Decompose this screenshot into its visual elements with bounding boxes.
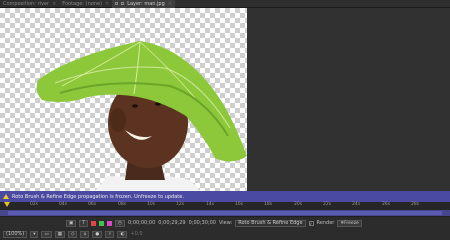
tab-composition[interactable]: Composition: river × xyxy=(0,0,59,8)
work-area-range[interactable] xyxy=(8,211,442,215)
tab-layer[interactable]: Layer: man.jpg × xyxy=(112,0,175,8)
tab-label: Footage: (none) xyxy=(62,0,102,7)
layer-image xyxy=(36,41,247,191)
propagation-status-bar: Roto Brush & Refine Edge propagation is … xyxy=(0,191,450,202)
viewer-toolbar: ▣ T ◷ 0;00;00;00 0;00;29;29 0;00;30;00 V… xyxy=(0,216,450,240)
ruler-tick: 28s xyxy=(411,202,420,207)
region-of-interest-icon[interactable]: ▭ xyxy=(41,230,52,238)
current-time-indicator[interactable] xyxy=(4,202,10,207)
view-label: View: xyxy=(218,220,233,226)
ruler-tick: 08s xyxy=(118,202,127,207)
ruler-tick: 22s xyxy=(323,202,332,207)
warning-icon xyxy=(3,194,9,199)
view-dropdown[interactable]: Roto Brush & Refine Edge xyxy=(235,219,306,227)
tab-footage[interactable]: Footage: (none) × xyxy=(59,0,112,8)
zoom-dropdown[interactable]: (100%) xyxy=(3,230,28,238)
transparency-grid-icon[interactable]: ▦ xyxy=(54,230,65,238)
color-channel-icon[interactable]: ● xyxy=(92,230,103,238)
eye-shape xyxy=(132,104,138,108)
ruler-tick: 16s xyxy=(235,202,244,207)
red-channel-icon[interactable] xyxy=(91,220,97,226)
camera-icon[interactable]: ⌂ xyxy=(80,230,90,238)
end-time[interactable]: 0;00;29;29 xyxy=(158,220,185,226)
ruler-tick: 12s xyxy=(176,202,185,207)
alpha-channel-icon[interactable] xyxy=(107,220,113,226)
tab-label: Layer: man.jpg xyxy=(127,0,165,7)
close-icon[interactable]: × xyxy=(168,1,172,7)
close-icon[interactable]: × xyxy=(52,1,56,7)
toolbar-row-top: ▣ T ◷ 0;00;00;00 0;00;29;29 0;00;30;00 V… xyxy=(0,218,450,228)
render-checkbox[interactable]: ✓ xyxy=(308,220,314,226)
panel-menu-icon[interactable] xyxy=(121,2,125,5)
ruler-tick: 18s xyxy=(264,202,273,207)
ear-shape xyxy=(110,108,126,132)
freeze-button[interactable]: ❄ Freeze xyxy=(337,219,362,227)
render-label: Render xyxy=(316,220,335,226)
ruler-tick: 10s xyxy=(147,202,156,207)
exposure-value[interactable]: +0.0 xyxy=(130,231,142,237)
snapshot-icon[interactable]: ◷ xyxy=(115,219,125,227)
status-message: Roto Brush & Refine Edge propagation is … xyxy=(12,193,184,200)
fast-previews-icon[interactable]: ⚡ xyxy=(105,230,115,238)
ruler-tick: 24s xyxy=(352,202,361,207)
ruler-tick: 04s xyxy=(59,202,68,207)
ruler-tick: 14s xyxy=(206,202,215,207)
ruler-tick: 20s xyxy=(294,202,303,207)
toolbar-row-bottom: (100%) ▾ ▭ ▦ ◇ ⌂ ● ⚡ ◐ +0.0 xyxy=(0,229,450,239)
green-channel-icon[interactable] xyxy=(99,220,105,226)
lock-icon[interactable] xyxy=(115,2,119,5)
mask-toggle-icon[interactable]: ◇ xyxy=(68,230,78,238)
tab-label: Composition: river xyxy=(3,0,50,7)
duration[interactable]: 0;00;30;00 xyxy=(189,220,216,226)
time-ruler[interactable]: 02s 04s 06s 08s 10s 12s 14s 16s 18s 20s … xyxy=(0,202,450,210)
resolution-icon[interactable]: ▾ xyxy=(30,230,39,238)
viewer-tab-bar: Composition: river × Footage: (none) × L… xyxy=(0,0,450,8)
empty-panel-area xyxy=(247,8,450,191)
close-icon[interactable]: × xyxy=(105,1,109,7)
freeze-label: Freeze xyxy=(344,220,359,226)
ruler-tick: 02s xyxy=(30,202,39,207)
current-time[interactable]: 0;00;00;00 xyxy=(128,220,155,226)
reset-exposure-icon[interactable]: ◐ xyxy=(117,230,128,238)
ruler-tick: 26s xyxy=(382,202,391,207)
mask-icon[interactable]: T xyxy=(79,219,89,227)
ruler-tick: 06s xyxy=(88,202,97,207)
layer-viewer[interactable] xyxy=(0,8,247,191)
always-preview-icon[interactable]: ▣ xyxy=(66,219,77,227)
